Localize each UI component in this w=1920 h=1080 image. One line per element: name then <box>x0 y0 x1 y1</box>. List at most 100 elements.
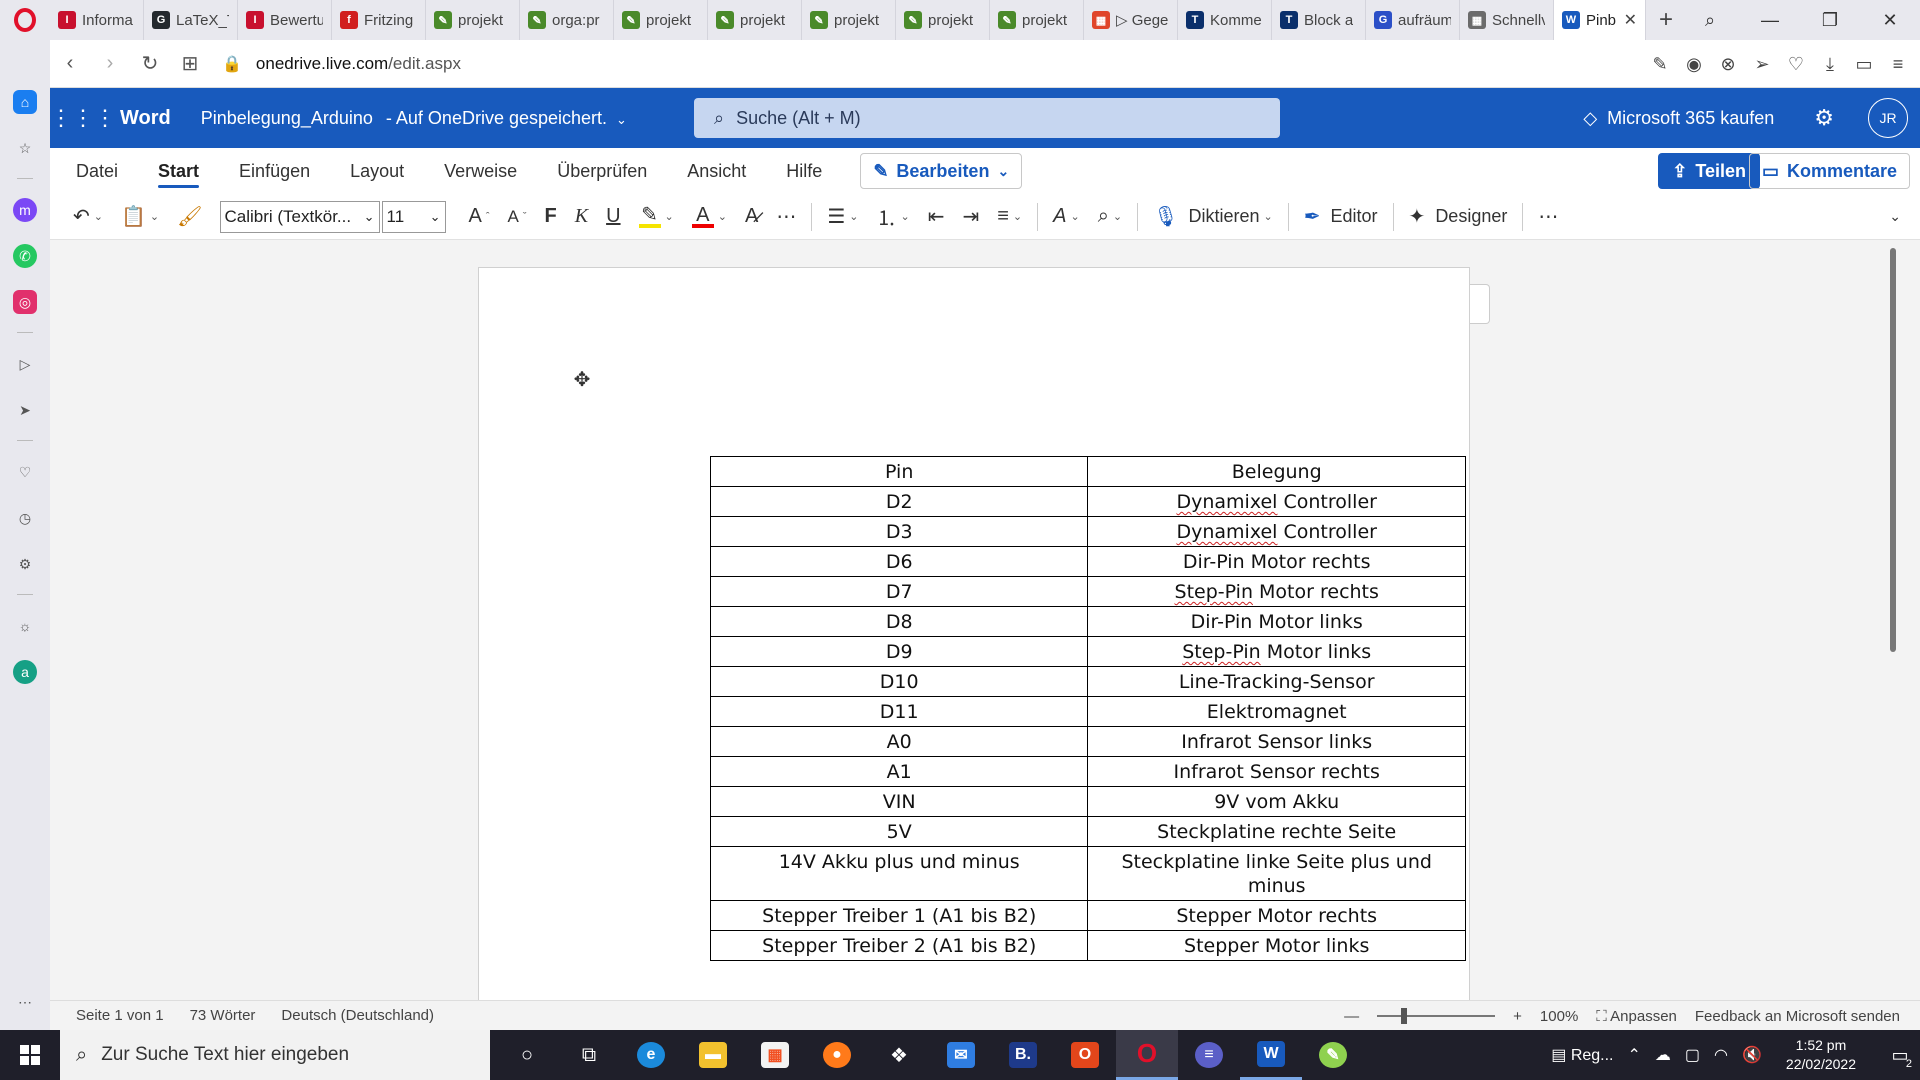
designer-button[interactable]: ✦ Designer <box>1400 194 1517 240</box>
settings-icon[interactable]: ⚙ <box>13 552 37 576</box>
document-title[interactable]: Pinbelegung_Arduino - Auf OneDrive gespe… <box>201 108 627 129</box>
browser-tab[interactable]: ✎ projekt <box>614 0 708 40</box>
pin-cell[interactable]: 5V <box>709 816 1089 847</box>
assignment-cell[interactable]: Dynamixel Controller <box>1087 516 1466 547</box>
file-explorer-app[interactable]: ▬ <box>682 1030 744 1080</box>
assignment-cell[interactable]: Step-Pin Motor links <box>1087 636 1466 667</box>
highlight-button[interactable]: ✎ ⌄ <box>630 194 683 240</box>
comments-button[interactable]: ▭ Kommentare <box>1748 153 1910 189</box>
word-app[interactable]: W <box>1240 1030 1302 1080</box>
browser-tab[interactable]: f Fritzing <box>332 0 426 40</box>
browser-tab-active[interactable]: W Pinb ✕ <box>1554 0 1646 40</box>
dropbox-app[interactable]: ❖ <box>868 1030 930 1080</box>
spelling-error-word[interactable]: Step-Pin <box>1182 641 1260 663</box>
onedrive-icon[interactable]: ☁ <box>1655 1045 1671 1065</box>
player-icon[interactable]: ▷ <box>13 352 37 376</box>
pin-cell[interactable]: Stepper Treiber 2 (A1 bis B2) <box>709 930 1089 961</box>
tab-ansicht[interactable]: Ansicht <box>667 148 766 194</box>
close-tab-icon[interactable]: ✕ <box>1624 10 1637 30</box>
zoom-in-button[interactable]: + <box>1513 1008 1522 1025</box>
expand-ribbon-button[interactable]: ⌄ <box>1880 194 1910 240</box>
forward-icon[interactable]: › <box>90 52 130 75</box>
browser-tab[interactable]: ✎ orga:pr <box>520 0 614 40</box>
grow-font-button[interactable]: Aˆ <box>460 194 499 240</box>
assignment-cell[interactable]: Stepper Motor links <box>1087 930 1466 961</box>
assignment-cell[interactable]: Belegung <box>1087 456 1466 487</box>
tab-start[interactable]: Start <box>138 148 219 194</box>
pin-cell[interactable]: A1 <box>709 756 1089 787</box>
pin-cell[interactable]: Pin <box>709 456 1089 487</box>
decrease-indent-button[interactable]: ⇤ <box>919 194 954 240</box>
scrollbar-thumb[interactable] <box>1890 248 1896 652</box>
b-app[interactable]: B. <box>992 1030 1054 1080</box>
show-hidden-icons-button[interactable]: ⌃ <box>1628 1045 1641 1065</box>
pin-cell[interactable]: D6 <box>709 546 1089 577</box>
taskbar-search-input[interactable]: ⌕ Zur Suche Text hier eingeben <box>60 1030 490 1080</box>
bookmark-heart-icon[interactable]: ♡ <box>1786 54 1806 75</box>
tab-hilfe[interactable]: Hilfe <box>766 148 842 194</box>
edit-page-icon[interactable]: ✎ <box>1650 54 1670 75</box>
browser-tab[interactable]: I Informa <box>50 0 144 40</box>
spelling-error-word[interactable]: Dynamixel <box>1176 521 1277 543</box>
browser-tab[interactable]: Gaufräum <box>1366 0 1460 40</box>
assignment-cell[interactable]: 9V vom Akku <box>1087 786 1466 817</box>
assignment-cell[interactable]: Infrarot Sensor rechts <box>1087 756 1466 787</box>
assignment-cell[interactable]: Infrarot Sensor links <box>1087 726 1466 757</box>
tab-grid-icon[interactable]: ⊞ <box>170 51 210 76</box>
opera-menu-button[interactable] <box>0 0 50 40</box>
notification-center-button[interactable]: ▭ 2 <box>1880 1030 1920 1080</box>
flow-send-icon[interactable]: ➢ <box>1752 54 1772 75</box>
mail-app[interactable]: ✉ <box>930 1030 992 1080</box>
assignment-cell[interactable]: Steckplatine linke Seite plus und minus <box>1087 846 1466 901</box>
download-icon[interactable]: ⤓ <box>1820 54 1840 75</box>
font-size-select[interactable]: 11 ⌄ <box>381 200 446 233</box>
pin-cell[interactable]: A0 <box>709 726 1089 757</box>
app-name[interactable]: Word <box>120 107 171 130</box>
restore-button[interactable]: ❐ <box>1800 10 1860 31</box>
assignment-cell[interactable]: Dir-Pin Motor links <box>1087 606 1466 637</box>
find-button[interactable]: ⌕ ⌄ <box>1089 194 1131 240</box>
browser-tab[interactable]: I Bewertu <box>238 0 332 40</box>
assignment-cell[interactable]: Dynamixel Controller <box>1087 486 1466 517</box>
browser-tab[interactable]: ✎ projekt <box>990 0 1084 40</box>
more-font-options-button[interactable]: ⋯ <box>767 194 805 240</box>
format-painter-button[interactable]: 🖌 <box>168 194 211 240</box>
vertical-scrollbar[interactable] <box>1884 240 1902 1000</box>
start-button[interactable] <box>0 1030 60 1080</box>
font-name-select[interactable]: Calibri (Textkör... ⌄ <box>219 200 380 233</box>
pin-cell[interactable]: Stepper Treiber 1 (A1 bis B2) <box>709 900 1089 931</box>
assignment-cell[interactable]: Step-Pin Motor rechts <box>1087 576 1466 607</box>
word-count[interactable]: 73 Wörter <box>190 1007 256 1024</box>
more-options-icon[interactable]: ⋯ <box>13 990 37 1014</box>
block-ads-icon[interactable]: ⊗ <box>1718 54 1738 75</box>
messenger-icon[interactable]: m <box>13 198 37 222</box>
bold-button[interactable]: F <box>536 194 566 240</box>
shrink-font-button[interactable]: Aˇ <box>499 194 536 240</box>
font-color-button[interactable]: A ⌄ <box>683 194 736 240</box>
assignment-cell[interactable]: Stepper Motor rechts <box>1087 900 1466 931</box>
assignment-cell[interactable]: Line-Tracking-Sensor <box>1087 666 1466 697</box>
pin-cell[interactable]: D7 <box>709 576 1089 607</box>
zoom-slider[interactable] <box>1377 1008 1496 1024</box>
store-app[interactable]: ▦ <box>744 1030 806 1080</box>
clock[interactable]: 1:52 pm 22/02/2022 <box>1786 1036 1856 1074</box>
pin-cell[interactable]: D9 <box>709 636 1089 667</box>
weather-widget[interactable]: ▤ Reg... <box>1551 1045 1613 1065</box>
pin-cell[interactable]: D11 <box>709 696 1089 727</box>
browser-tab[interactable]: ▦ Schnellv <box>1460 0 1554 40</box>
pin-cell[interactable]: D3 <box>709 516 1089 547</box>
align-button[interactable]: ≡ ⌄ <box>988 194 1031 240</box>
pin-cell[interactable]: D2 <box>709 486 1089 517</box>
assignment-cell[interactable]: Elektromagnet <box>1087 696 1466 727</box>
pin-cell[interactable]: D10 <box>709 666 1089 697</box>
tab-einfgen[interactable]: Einfügen <box>219 148 330 194</box>
paste-button[interactable]: 📋 ⌄ <box>112 194 168 240</box>
task-view-button[interactable]: ⧉ <box>558 1030 620 1080</box>
tab-verweise[interactable]: Verweise <box>424 148 537 194</box>
edge-app[interactable]: e <box>620 1030 682 1080</box>
clear-formatting-button[interactable]: A̷ <box>736 194 767 240</box>
avatar[interactable]: JR <box>1868 98 1908 138</box>
instagram-icon[interactable]: ◎ <box>13 290 37 314</box>
browser-tab[interactable]: ✎ projekt <box>708 0 802 40</box>
editor-button[interactable]: ✒ Editor <box>1295 194 1387 240</box>
